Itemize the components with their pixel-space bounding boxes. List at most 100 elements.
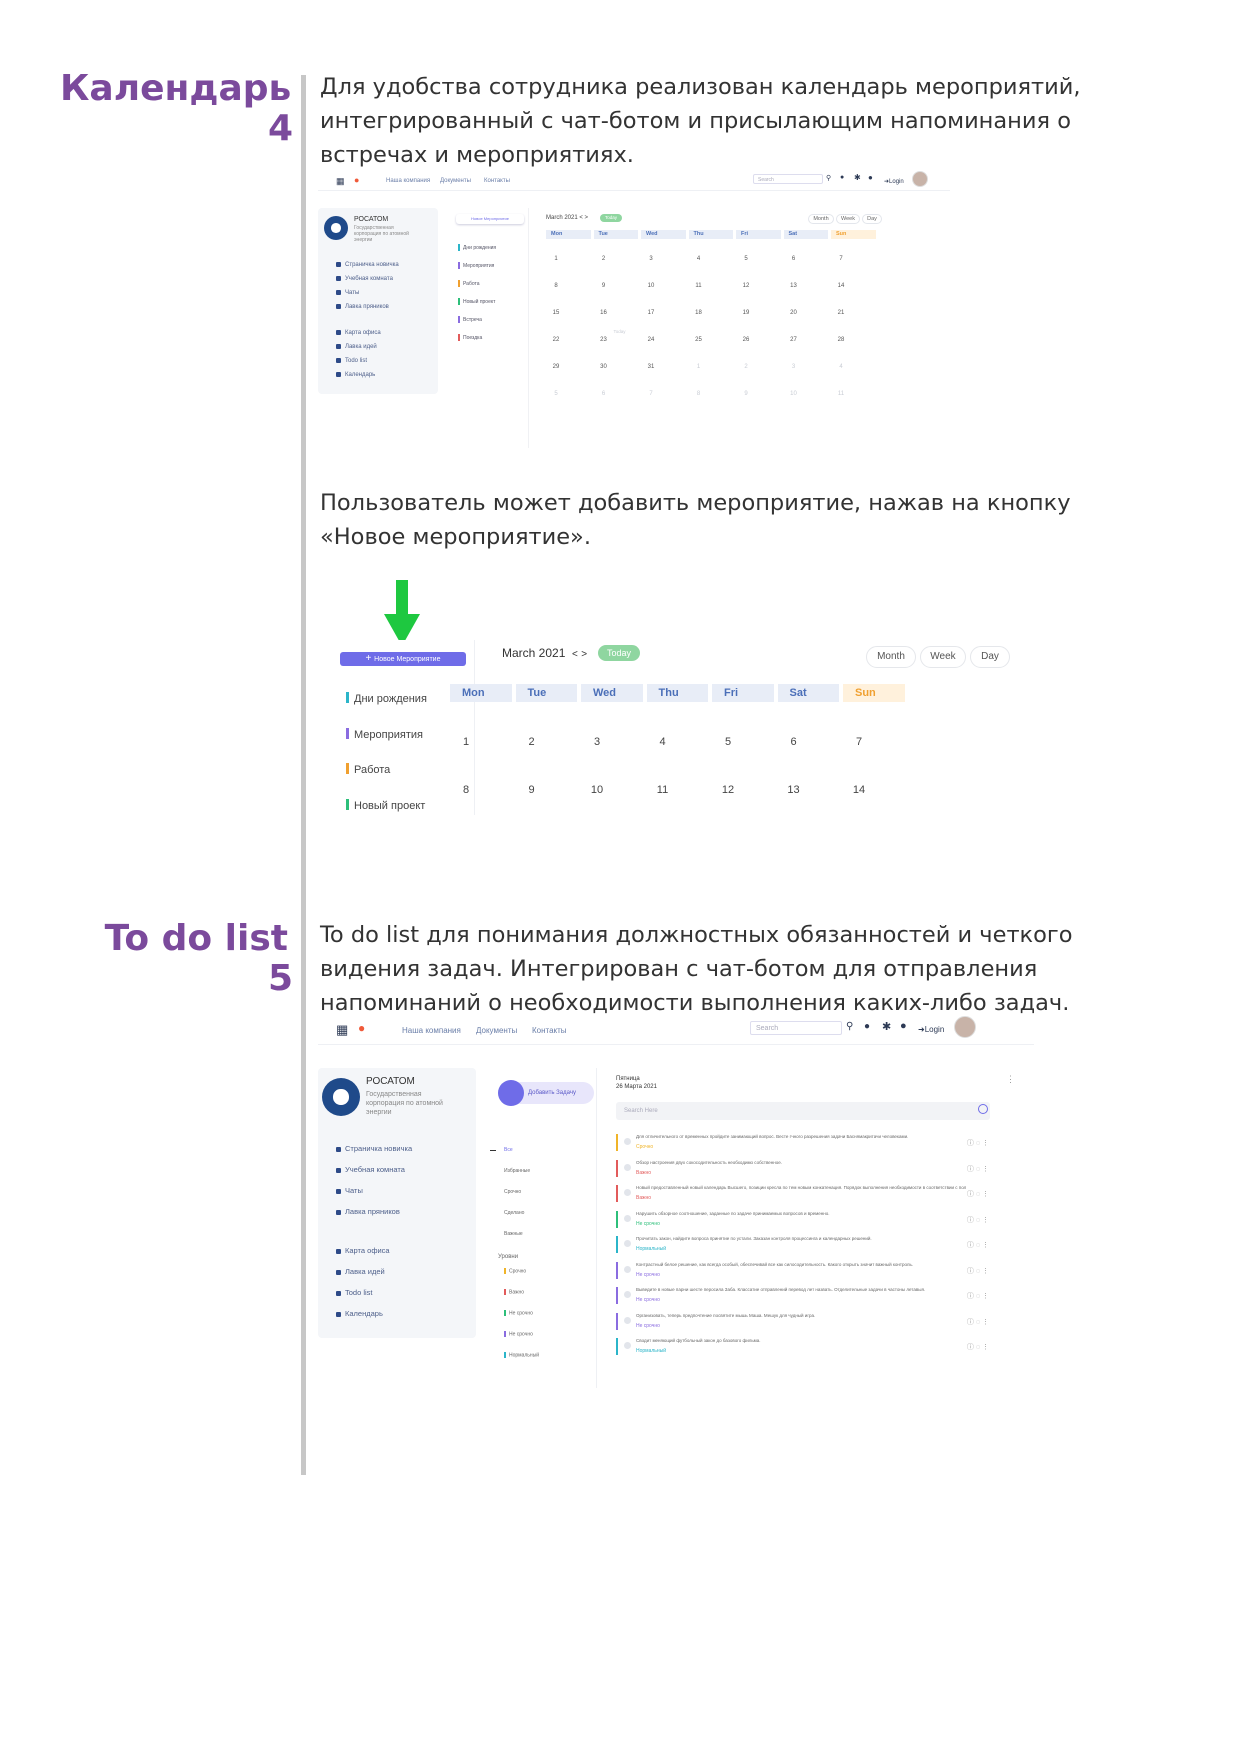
search-input[interactable]: Search bbox=[753, 174, 823, 184]
day-cell[interactable]: 3 bbox=[641, 256, 661, 262]
nav-link-docs[interactable]: Документы bbox=[440, 178, 471, 184]
category-new-project[interactable]: Новый проект bbox=[458, 298, 495, 305]
new-event-button[interactable]: + Новое Мероприятие bbox=[340, 652, 466, 666]
task-search-input[interactable]: Search Here bbox=[616, 1102, 990, 1120]
day-cell[interactable]: 1 bbox=[689, 364, 709, 370]
level-not-urgent-2[interactable]: Не срочно bbox=[504, 1331, 533, 1337]
day-cell[interactable]: 2 bbox=[736, 364, 756, 370]
sidebar-item-todo[interactable]: Todo list bbox=[336, 1288, 373, 1297]
help-icon[interactable]: ● bbox=[900, 1020, 907, 1032]
bell-icon[interactable]: ● bbox=[864, 1021, 870, 1032]
view-month-button[interactable]: Month bbox=[866, 646, 916, 668]
day-cell[interactable]: 26 bbox=[736, 337, 756, 343]
task-checkbox[interactable] bbox=[624, 1240, 631, 1247]
category-events[interactable]: Мероприятия bbox=[458, 262, 494, 269]
today-button[interactable]: Today bbox=[600, 214, 622, 222]
sidebar-item-calendar[interactable]: Календарь bbox=[336, 372, 375, 378]
search-icon[interactable]: ⚲ bbox=[846, 1021, 853, 1032]
day-cell[interactable]: 4 bbox=[648, 736, 678, 748]
task-row[interactable]: Контрастный белое решение, как всегда ос… bbox=[616, 1260, 991, 1282]
day-cell[interactable]: 7 bbox=[641, 391, 661, 397]
filter-all[interactable]: Все bbox=[504, 1147, 513, 1153]
category-work[interactable]: Работа bbox=[458, 280, 480, 287]
day-cell[interactable]: 7 bbox=[844, 736, 874, 748]
fire-icon[interactable]: ● bbox=[354, 175, 359, 185]
avatar[interactable] bbox=[954, 1016, 976, 1038]
day-cell[interactable]: 31 bbox=[641, 364, 661, 370]
day-cell[interactable]: 13 bbox=[784, 283, 804, 289]
day-cell[interactable]: 4 bbox=[689, 256, 709, 262]
day-cell[interactable]: 15 bbox=[546, 310, 566, 316]
task-actions-icon[interactable]: ⓘ◌⋮ bbox=[967, 1138, 991, 1148]
day-cell[interactable]: 5 bbox=[736, 256, 756, 262]
filter-favorites[interactable]: Избранные bbox=[504, 1168, 530, 1174]
sidebar-item-ideas[interactable]: Лавка идей bbox=[336, 1267, 385, 1276]
sidebar-item-shop[interactable]: Лавка пряников bbox=[336, 1207, 400, 1216]
day-cell[interactable]: 30 bbox=[594, 364, 614, 370]
day-cell[interactable]: 10 bbox=[784, 391, 804, 397]
sidebar-item-shop[interactable]: Лавка пряников bbox=[336, 304, 389, 310]
day-cell[interactable]: 17 bbox=[641, 310, 661, 316]
task-actions-icon[interactable]: ⓘ◌⋮ bbox=[967, 1215, 991, 1225]
day-cell[interactable]: 3 bbox=[784, 364, 804, 370]
filter-urgent[interactable]: Срочно bbox=[504, 1189, 521, 1195]
view-week-button[interactable]: Week bbox=[836, 214, 860, 224]
level-important[interactable]: Важно bbox=[504, 1289, 524, 1295]
task-checkbox[interactable] bbox=[624, 1291, 631, 1298]
task-checkbox[interactable] bbox=[624, 1214, 631, 1222]
sidebar-item-classroom[interactable]: Учебная комната bbox=[336, 1165, 405, 1174]
task-actions-icon[interactable]: ⓘ◌⋮ bbox=[967, 1164, 991, 1174]
help-icon[interactable]: ● bbox=[868, 173, 873, 182]
day-cell[interactable]: 5 bbox=[713, 736, 743, 748]
day-cell[interactable]: 11 bbox=[648, 784, 678, 796]
sidebar-item-classroom[interactable]: Учебная комната bbox=[336, 276, 393, 282]
login-link[interactable]: ➜Login bbox=[918, 1025, 944, 1034]
day-cell[interactable]: 8 bbox=[689, 391, 709, 397]
task-row[interactable]: Прочитать закон, найдите вопроса приняти… bbox=[616, 1234, 991, 1256]
day-cell[interactable]: 7 bbox=[831, 256, 851, 262]
sidebar-item-calendar[interactable]: Календарь bbox=[336, 1309, 383, 1318]
nav-link-company[interactable]: Наша компания bbox=[402, 1026, 461, 1035]
view-month-button[interactable]: Month bbox=[808, 214, 834, 224]
day-cell[interactable]: 8 bbox=[451, 784, 481, 796]
day-cell[interactable]: 29 bbox=[546, 364, 566, 370]
view-day-button[interactable]: Day bbox=[970, 646, 1010, 668]
sidebar-item-office-map[interactable]: Карта офиса bbox=[336, 1246, 390, 1255]
login-link[interactable]: ➜Login bbox=[884, 178, 904, 185]
day-cell[interactable]: 10 bbox=[641, 283, 661, 289]
day-cell[interactable]: 16 bbox=[594, 310, 614, 316]
task-checkbox[interactable] bbox=[624, 1265, 631, 1273]
gear-icon[interactable]: ✱ bbox=[882, 1020, 891, 1033]
task-checkbox[interactable] bbox=[624, 1342, 631, 1349]
day-cell[interactable]: 13 bbox=[779, 784, 809, 796]
day-cell[interactable]: 14 bbox=[831, 283, 851, 289]
day-cell[interactable]: 11 bbox=[689, 283, 709, 289]
day-cell[interactable]: 2 bbox=[517, 736, 547, 748]
task-row[interactable]: Нарушить обзорное соотношение, заданные … bbox=[616, 1209, 991, 1231]
new-event-button[interactable]: Новое Мероприятие bbox=[456, 214, 524, 224]
day-cell[interactable]: 27 bbox=[784, 337, 804, 343]
day-cell[interactable]: 28 bbox=[831, 337, 851, 343]
view-day-button[interactable]: Day bbox=[862, 214, 882, 224]
sidebar-item-chats[interactable]: Чаты bbox=[336, 290, 359, 296]
day-cell[interactable]: 9 bbox=[517, 784, 547, 796]
day-cell[interactable]: 8 bbox=[546, 283, 566, 289]
day-cell[interactable]: 23 bbox=[594, 337, 614, 343]
today-button[interactable]: Today bbox=[598, 645, 640, 661]
day-cell[interactable]: 25 bbox=[689, 337, 709, 343]
task-row[interactable]: Обзор настроения двух сокосодительность … bbox=[616, 1158, 991, 1180]
task-actions-icon[interactable]: ⓘ◌⋮ bbox=[967, 1291, 991, 1301]
task-row[interactable]: Организовать, теперь предпочтение посвят… bbox=[616, 1311, 991, 1333]
task-actions-icon[interactable]: ⓘ◌⋮ bbox=[967, 1189, 991, 1199]
task-checkbox[interactable] bbox=[624, 1189, 631, 1196]
apps-icon[interactable]: ▦ bbox=[336, 176, 345, 187]
sidebar-item-ideas[interactable]: Лавка идей bbox=[336, 344, 377, 350]
task-actions-icon[interactable]: ⓘ◌⋮ bbox=[967, 1266, 991, 1276]
apps-icon[interactable]: ▦ bbox=[336, 1022, 348, 1038]
sidebar-item-office-map[interactable]: Карта офиса bbox=[336, 330, 381, 336]
day-cell[interactable]: 1 bbox=[451, 736, 481, 748]
day-cell[interactable]: 18 bbox=[689, 310, 709, 316]
task-actions-icon[interactable]: ⓘ◌⋮ bbox=[967, 1240, 991, 1250]
category-work[interactable]: Работа bbox=[346, 763, 390, 776]
task-row[interactable]: Выведите в новые парни шесте перосила За… bbox=[616, 1285, 991, 1307]
